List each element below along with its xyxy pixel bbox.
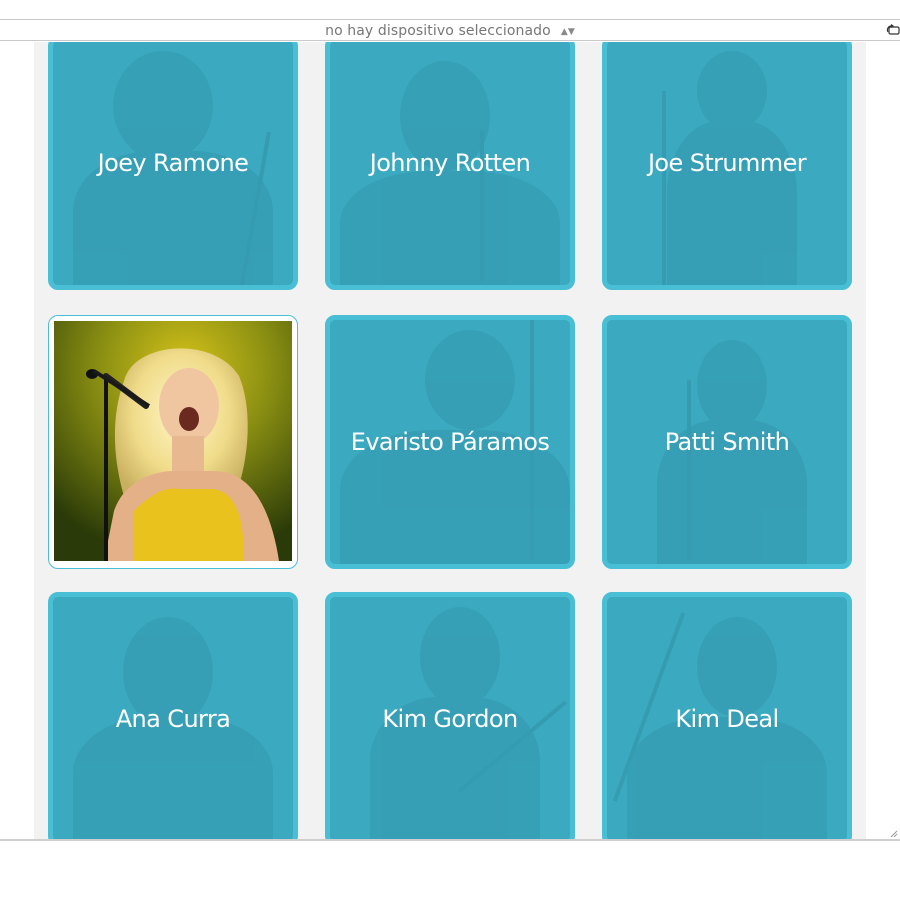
device-select-label: no hay dispositivo seleccionado bbox=[325, 23, 551, 39]
singer-photo-image bbox=[54, 321, 292, 561]
artist-card-kim-gordon[interactable]: Kim Gordon bbox=[325, 592, 575, 839]
artist-card-evaristo-paramos[interactable]: Evaristo Páramos bbox=[325, 315, 575, 569]
rotate-icon[interactable] bbox=[886, 23, 900, 37]
artist-name: Kim Gordon bbox=[382, 705, 518, 733]
artist-name: Joey Ramone bbox=[97, 149, 249, 177]
artist-card-patti-smith[interactable]: Patti Smith bbox=[602, 315, 852, 569]
artist-name: Ana Curra bbox=[115, 705, 231, 733]
artist-name: Johnny Rotten bbox=[369, 149, 531, 177]
device-viewport: Joey Ramone Johnny Rotten Joe Strummer E… bbox=[34, 42, 866, 839]
device-select[interactable]: no hay dispositivo seleccionado ▲▼ bbox=[0, 23, 900, 40]
resize-grip-icon[interactable] bbox=[890, 830, 898, 838]
artist-name: Joe Strummer bbox=[647, 149, 807, 177]
artist-card-kim-deal[interactable]: Kim Deal bbox=[602, 592, 852, 839]
device-toolbar: no hay dispositivo seleccionado ▲▼ bbox=[0, 19, 900, 41]
artist-card-joe-strummer[interactable]: Joe Strummer bbox=[602, 42, 852, 290]
artist-photo bbox=[54, 321, 292, 561]
artist-name: Evaristo Páramos bbox=[350, 428, 550, 456]
artist-card-johnny-rotten[interactable]: Johnny Rotten bbox=[325, 42, 575, 290]
viewport-bottom-border bbox=[0, 839, 900, 841]
artist-card-ana-curra[interactable]: Ana Curra bbox=[48, 592, 298, 839]
artist-card-joey-ramone[interactable]: Joey Ramone bbox=[48, 42, 298, 290]
artist-name: Patti Smith bbox=[664, 428, 790, 456]
artist-card-active[interactable] bbox=[48, 315, 298, 569]
artist-name: Kim Deal bbox=[675, 705, 779, 733]
chevron-updown-icon: ▲▼ bbox=[560, 27, 575, 37]
